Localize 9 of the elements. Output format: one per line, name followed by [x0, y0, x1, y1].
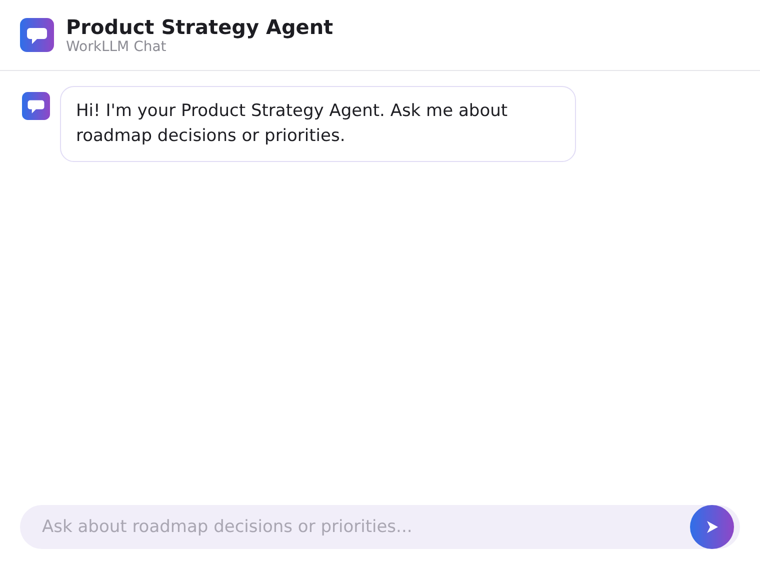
send-icon [705, 520, 719, 534]
app-title: Product Strategy Agent [66, 15, 334, 39]
message-field[interactable]: Ask about roadmap decisions or priorities... [20, 505, 740, 549]
chat-bubble-icon [22, 92, 50, 120]
chat-bubble-icon [20, 18, 54, 52]
message-bubble: Hi! I'm your Product Strategy Agent. Ask me about roadmap decisions or priorities. [60, 86, 576, 162]
app-subtitle: WorkLLM Chat [66, 39, 168, 55]
message-input[interactable]: Ask about roadmap decisions or priorities... [20, 517, 690, 537]
send-button[interactable] [690, 505, 734, 549]
